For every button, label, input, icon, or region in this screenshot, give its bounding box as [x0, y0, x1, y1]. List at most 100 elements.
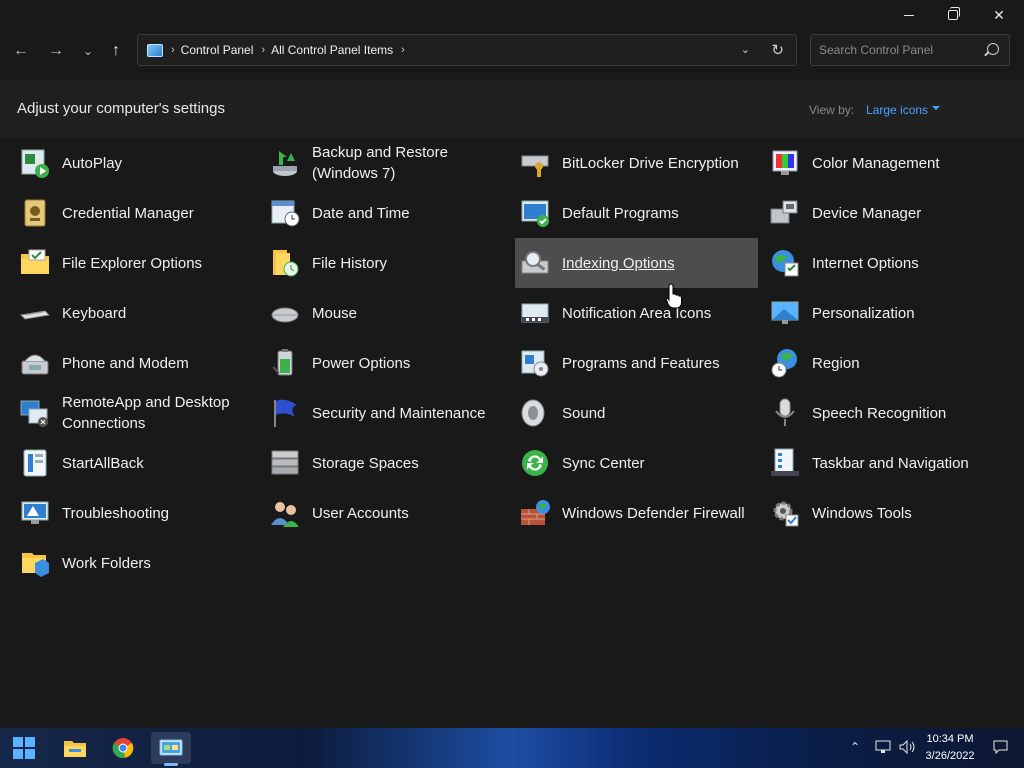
recent-locations-button[interactable]: ⌄ [76, 39, 100, 63]
item-label: Security and Maintenance [312, 404, 486, 422]
active-window-indicator [164, 763, 178, 766]
item-personalization[interactable]: Personalization [765, 288, 1008, 338]
show-hidden-icons-button[interactable]: ⌃ [850, 740, 860, 754]
globe-icon [772, 250, 799, 277]
item-troubleshooting[interactable]: Troubleshooting [15, 488, 258, 538]
arrow-left-icon: ← [13, 42, 29, 59]
item-device-manager[interactable]: Device Manager [765, 188, 1008, 238]
item-label: AutoPlay [62, 154, 123, 172]
search-input[interactable] [811, 35, 981, 65]
minimize-icon [904, 14, 914, 16]
battery-icon [272, 349, 293, 376]
windows-logo-icon [13, 737, 35, 759]
programs-icon [521, 350, 549, 377]
item-color-management[interactable]: Color Management [765, 138, 1008, 188]
minimize-button[interactable] [886, 0, 932, 30]
item-default-programs[interactable]: Default Programs [515, 188, 758, 238]
item-user-accounts[interactable]: User Accounts [265, 488, 508, 538]
chrome-button[interactable] [103, 732, 143, 764]
item-speech-recognition[interactable]: Speech Recognition [765, 388, 1008, 438]
gear-icon [773, 501, 799, 527]
control-panel-icon [147, 43, 163, 57]
restore-button[interactable] [930, 0, 976, 30]
item-label: Internet Options [812, 254, 919, 272]
bitlocker-icon [521, 155, 549, 177]
startallback-icon [23, 449, 47, 477]
up-button[interactable]: ↑ [104, 39, 128, 63]
file-history-icon [273, 250, 299, 277]
view-by-dropdown[interactable]: Large icons [866, 103, 928, 117]
item-startallback[interactable]: StartAllBack [15, 438, 258, 488]
item-label: Color Management [812, 154, 940, 172]
address-bar[interactable]: › Control Panel › All Control Panel Item… [137, 34, 797, 66]
search-box[interactable] [810, 34, 1010, 66]
breadcrumb-separator-icon[interactable]: › [261, 44, 265, 56]
item-sound[interactable]: Sound [515, 388, 758, 438]
sync-icon [522, 450, 548, 476]
item-label: Power Options [312, 354, 411, 372]
troubleshoot-icon [21, 501, 49, 524]
item-keyboard[interactable]: Keyboard [15, 288, 258, 338]
clock-date[interactable]: 3/26/2022 [914, 750, 986, 762]
item-mouse[interactable]: Mouse [265, 288, 508, 338]
item-storage-spaces[interactable]: Storage Spaces [265, 438, 508, 488]
item-label: Mouse [312, 304, 358, 322]
control-panel-icon [159, 739, 183, 756]
caret-down-icon[interactable] [932, 106, 940, 110]
item-security-and-maintenance[interactable]: Security and Maintenance [265, 388, 508, 438]
item-backup-and-restore-windows-7[interactable]: Backup and Restore (Windows 7) [265, 138, 508, 188]
folder-options-icon [21, 249, 49, 274]
refresh-button[interactable]: ↻ [771, 41, 784, 59]
item-internet-options[interactable]: Internet Options [765, 238, 1008, 288]
item-notification-area-icons[interactable]: Notification Area Icons [515, 288, 758, 338]
forward-button[interactable]: → [44, 39, 68, 63]
address-history-dropdown[interactable]: ⌄ [741, 43, 750, 56]
item-programs-and-features[interactable]: Programs and Features [515, 338, 758, 388]
color-management-icon [772, 150, 798, 175]
item-label: Notification Area Icons [562, 304, 712, 322]
item-file-history[interactable]: File History [265, 238, 508, 288]
close-icon: ✕ [993, 6, 1005, 23]
item-label: Keyboard [62, 304, 127, 322]
users-icon [271, 502, 299, 527]
clock-time[interactable]: 10:34 PM [914, 733, 986, 745]
title-bar: ✕ [0, 0, 1024, 30]
item-sync-center[interactable]: Sync Center [515, 438, 758, 488]
search-icon[interactable] [987, 43, 999, 55]
calendar-clock-icon [271, 200, 300, 227]
mouse-icon [271, 307, 299, 323]
item-label: Taskbar and Navigation [812, 454, 969, 472]
network-icon[interactable] [875, 740, 891, 754]
item-windows-defender-firewall[interactable]: Windows Defender Firewall [515, 488, 758, 538]
breadcrumb-separator-icon[interactable]: › [401, 44, 405, 56]
item-bitlocker-drive-encryption[interactable]: BitLocker Drive Encryption [515, 138, 758, 188]
item-work-folders[interactable]: Work Folders [15, 538, 258, 588]
item-label: Troubleshooting [62, 504, 170, 522]
control-panel-taskbar-button[interactable] [151, 732, 191, 764]
breadcrumb-all-items[interactable]: All Control Panel Items [271, 43, 393, 57]
item-remoteapp-and-desktop-connections[interactable]: RemoteApp and Desktop Connections [15, 388, 258, 438]
arrow-right-icon: → [48, 42, 64, 59]
item-date-and-time[interactable]: Date and Time [265, 188, 508, 238]
file-explorer-button[interactable] [55, 732, 95, 764]
breadcrumb-separator-icon[interactable]: › [171, 44, 175, 56]
item-credential-manager[interactable]: Credential Manager [15, 188, 258, 238]
close-button[interactable]: ✕ [976, 0, 1022, 30]
item-taskbar-and-navigation[interactable]: Taskbar and Navigation [765, 438, 1008, 488]
item-phone-and-modem[interactable]: Phone and Modem [15, 338, 258, 388]
hand-cursor-icon [666, 283, 682, 309]
item-file-explorer-options[interactable]: File Explorer Options [15, 238, 258, 288]
speaker-icon [521, 399, 545, 427]
breadcrumb-control-panel[interactable]: Control Panel [181, 43, 254, 57]
notifications-icon[interactable] [993, 740, 1008, 754]
item-label: Windows Tools [812, 504, 912, 522]
item-region[interactable]: Region [765, 338, 1008, 388]
start-button[interactable] [4, 732, 44, 764]
item-autoplay[interactable]: AutoPlay [15, 138, 258, 188]
item-label: File Explorer Options [62, 254, 203, 272]
item-windows-tools[interactable]: Windows Tools [765, 488, 1008, 538]
item-indexing-options[interactable]: Indexing Options [515, 238, 758, 288]
region-icon [771, 349, 797, 378]
back-button[interactable]: ← [9, 39, 33, 63]
item-power-options[interactable]: Power Options [265, 338, 508, 388]
